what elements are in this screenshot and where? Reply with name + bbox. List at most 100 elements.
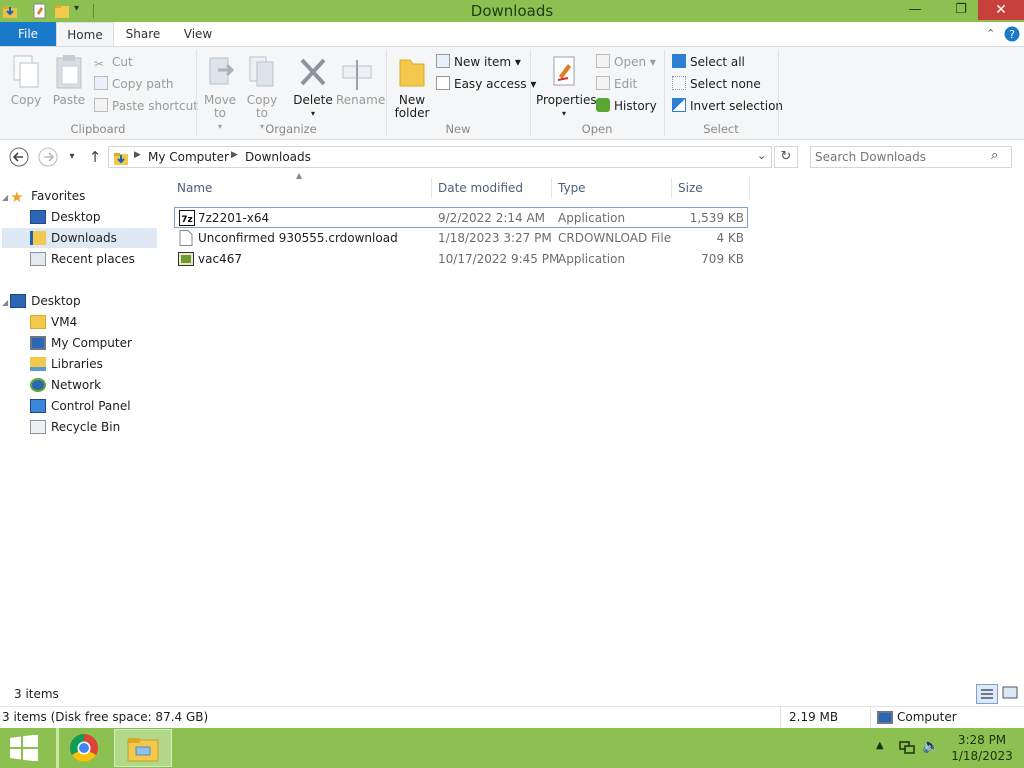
nav-item-label: Recycle Bin <box>51 420 121 434</box>
nav-favorites[interactable]: ◢ ★ Favorites <box>2 186 152 206</box>
nav-item-network[interactable]: Network <box>30 375 155 395</box>
select-none-icon <box>672 76 686 90</box>
star-icon: ★ <box>10 188 24 206</box>
column-divider[interactable] <box>671 178 672 198</box>
taskbar: ▲ 🔈 3:28 PM 1/18/2023 <box>0 728 1024 768</box>
history-button[interactable]: History <box>596 97 657 115</box>
tab-view[interactable]: View <box>174 22 222 47</box>
open-button[interactable]: Open ▾ <box>596 53 656 71</box>
nav-item-recent-places[interactable]: Recent places <box>30 249 155 269</box>
forward-button[interactable] <box>38 147 58 167</box>
select-none-button[interactable]: Select none <box>672 75 761 93</box>
breadcrumb-downloads[interactable]: Downloads <box>245 150 311 164</box>
explorer-taskbar-button[interactable] <box>114 729 172 767</box>
rename-button[interactable]: Rename <box>336 54 385 107</box>
back-button[interactable] <box>9 147 29 167</box>
search-icon[interactable]: ⌕ <box>991 148 998 163</box>
help-icon[interactable]: ? <box>1004 26 1020 42</box>
windows-start-icon[interactable] <box>10 735 38 761</box>
nav-item-my-computer[interactable]: My Computer <box>30 333 155 353</box>
file-date: 1/18/2023 3:27 PM <box>438 231 552 245</box>
svg-text:?: ? <box>1009 28 1015 41</box>
nav-item-label: Libraries <box>51 357 103 371</box>
copy-to-icon <box>249 56 274 87</box>
network-tray-icon[interactable] <box>898 740 916 756</box>
paste-shortcut-label: Paste shortcut <box>112 99 198 113</box>
nav-desktop[interactable]: ◢ Desktop <box>2 291 152 311</box>
refresh-button[interactable]: ↻ <box>774 146 798 168</box>
properties-quick-icon[interactable] <box>32 3 48 19</box>
select-all-button[interactable]: Select all <box>672 53 745 71</box>
details-view-button[interactable] <box>976 684 998 704</box>
column-header-type[interactable]: Type <box>558 178 668 198</box>
computer-icon <box>877 711 893 724</box>
copy-button[interactable]: Copy <box>6 54 46 107</box>
column-header-name[interactable]: Name <box>177 178 429 198</box>
restore-button[interactable]: ❐ <box>944 0 978 20</box>
nav-item-control-panel[interactable]: Control Panel <box>30 396 155 416</box>
move-to-label: Move to <box>204 93 237 120</box>
clock-time[interactable]: 3:28 PM <box>950 733 1014 747</box>
expand-chevron-icon[interactable]: ◢ <box>2 298 8 307</box>
new-folder-quick-icon[interactable] <box>54 3 70 19</box>
new-item-button[interactable]: New item ▾ <box>436 53 521 71</box>
paste-button[interactable]: Paste <box>50 54 88 107</box>
tab-home[interactable]: Home <box>56 22 114 48</box>
invert-selection-button[interactable]: Invert selection <box>672 97 783 115</box>
file-size: 4 KB <box>716 231 744 245</box>
delete-button[interactable]: Delete ▾ <box>292 54 334 120</box>
cut-button[interactable]: ✂ Cut <box>94 53 133 71</box>
nav-item-label: Downloads <box>51 231 117 245</box>
edit-button[interactable]: Edit <box>596 75 637 93</box>
nav-item-desktop-fav[interactable]: Desktop <box>30 207 155 227</box>
chrome-taskbar-button[interactable] <box>56 728 108 768</box>
paste-shortcut-button[interactable]: Paste shortcut <box>94 97 198 115</box>
cut-label: Cut <box>112 55 133 69</box>
nav-item-label: VM4 <box>51 315 78 329</box>
customize-toolbar-chevron-icon[interactable]: ▾ <box>74 3 79 14</box>
large-icons-view-button[interactable] <box>1000 684 1022 704</box>
properties-button[interactable]: Properties ▾ <box>536 54 597 120</box>
column-header-size[interactable]: Size <box>678 178 746 198</box>
new-folder-label: New folder <box>394 93 430 120</box>
address-bar[interactable]: ▶ My Computer ▶ Downloads ⌄ <box>108 146 772 168</box>
nav-item-vm4[interactable]: VM4 <box>30 312 155 332</box>
clock-date[interactable]: 1/18/2023 <box>950 749 1014 763</box>
status-bar: 3 items (Disk free space: 87.4 GB) 2.19 … <box>0 706 1024 728</box>
nav-item-label: Network <box>51 378 102 392</box>
show-hidden-icons-chevron-icon[interactable]: ▲ <box>876 740 884 751</box>
address-history-chevron-icon[interactable]: ⌄ <box>757 149 766 162</box>
column-header-date[interactable]: Date modified <box>438 178 548 198</box>
volume-icon[interactable]: 🔈 <box>922 738 939 754</box>
copy-path-button[interactable]: Copy path <box>94 75 174 93</box>
search-input[interactable] <box>815 149 985 165</box>
column-divider[interactable] <box>431 178 432 198</box>
expand-ribbon-icon[interactable]: ⌃ <box>986 27 995 40</box>
file-row[interactable]: 7z 7z2201-x64 9/2/2022 2:14 AM Applicati… <box>174 207 748 228</box>
new-item-icon <box>436 54 450 68</box>
tab-file[interactable]: File <box>0 22 56 47</box>
file-row[interactable]: Unconfirmed 930555.crdownload 1/18/2023 … <box>174 228 748 249</box>
minimize-button[interactable]: — <box>898 0 932 20</box>
copy-label: Copy <box>10 93 42 107</box>
easy-access-icon <box>436 76 450 90</box>
search-box[interactable]: ⌕ <box>810 146 1012 168</box>
column-divider[interactable] <box>749 178 750 198</box>
breadcrumb-my-computer[interactable]: My Computer <box>148 150 229 164</box>
details-view-icon <box>981 689 993 699</box>
expand-chevron-icon[interactable]: ◢ <box>2 193 8 202</box>
item-count: 3 items <box>14 687 59 701</box>
nav-item-libraries[interactable]: Libraries <box>30 354 155 374</box>
new-folder-button[interactable]: New folder <box>390 54 434 120</box>
delete-label: Delete <box>293 93 333 107</box>
nav-item-downloads[interactable]: Downloads <box>2 228 157 248</box>
up-button[interactable]: ↑ <box>85 147 105 167</box>
file-row[interactable]: vac467 10/17/2022 9:45 PM Application 70… <box>174 249 748 270</box>
recent-locations-chevron-icon[interactable]: ▾ <box>62 147 82 167</box>
easy-access-button[interactable]: Easy access ▾ <box>436 75 536 93</box>
column-divider[interactable] <box>551 178 552 198</box>
explorer-icon[interactable] <box>2 3 18 19</box>
nav-item-recycle-bin[interactable]: Recycle Bin <box>30 417 155 437</box>
close-button[interactable]: ✕ <box>978 0 1024 20</box>
tab-share[interactable]: Share <box>118 22 168 47</box>
